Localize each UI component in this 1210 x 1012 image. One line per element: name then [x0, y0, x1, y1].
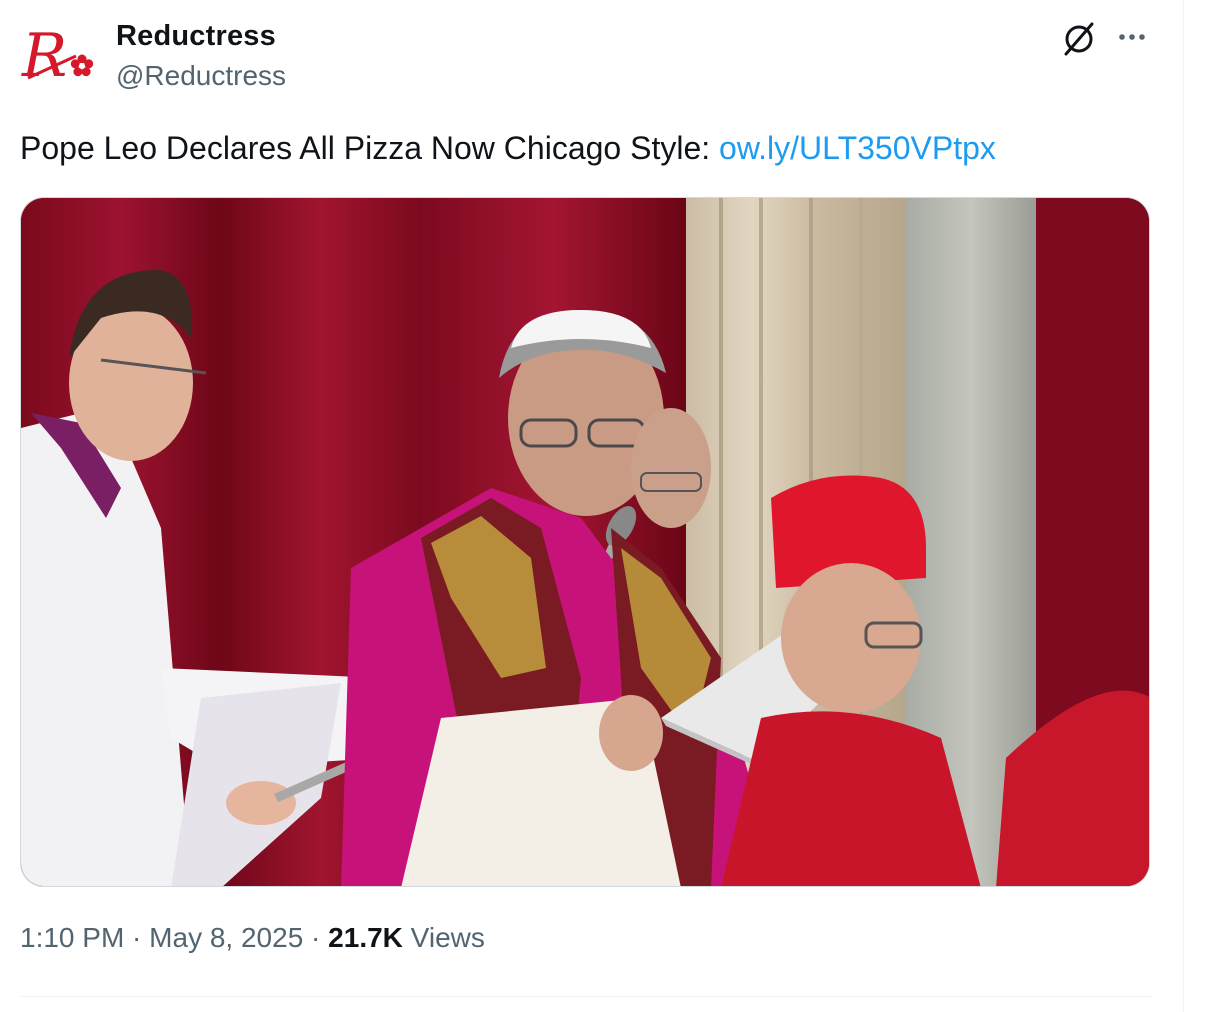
grok-icon[interactable]	[1060, 20, 1098, 58]
avatar-letter: R	[21, 21, 67, 88]
tweet-time[interactable]: 1:10 PM	[20, 922, 124, 953]
user-handle[interactable]: @Reductress	[116, 60, 286, 92]
reductress-logo-icon: R	[21, 21, 94, 91]
display-name[interactable]: Reductress	[116, 20, 276, 53]
tweet-date[interactable]: May 8, 2025	[149, 922, 303, 953]
more-icon[interactable]	[1112, 20, 1152, 54]
photo-pope-balcony	[21, 198, 1149, 886]
tweet-media-image[interactable]	[20, 197, 1150, 887]
meta-separator: ·	[124, 922, 150, 953]
column-divider	[1183, 0, 1184, 1012]
tweet-text: Pope Leo Declares All Pizza Now Chicago …	[20, 128, 996, 168]
tweet-card: R Reductress @Reductress Pope Leo Declar	[0, 0, 1183, 1012]
meta-separator: ·	[303, 922, 329, 953]
divider	[20, 996, 1151, 997]
tweet-link[interactable]: ow.ly/ULT350VPtpx	[719, 130, 996, 166]
views-count: 21.7K	[328, 922, 403, 953]
tweet-body: Pope Leo Declares All Pizza Now Chicago …	[20, 130, 720, 166]
views-label: Views	[410, 922, 485, 953]
avatar[interactable]: R	[20, 18, 100, 91]
tweet-meta: 1:10 PM · May 8, 2025 · 21.7K Views	[20, 922, 485, 954]
